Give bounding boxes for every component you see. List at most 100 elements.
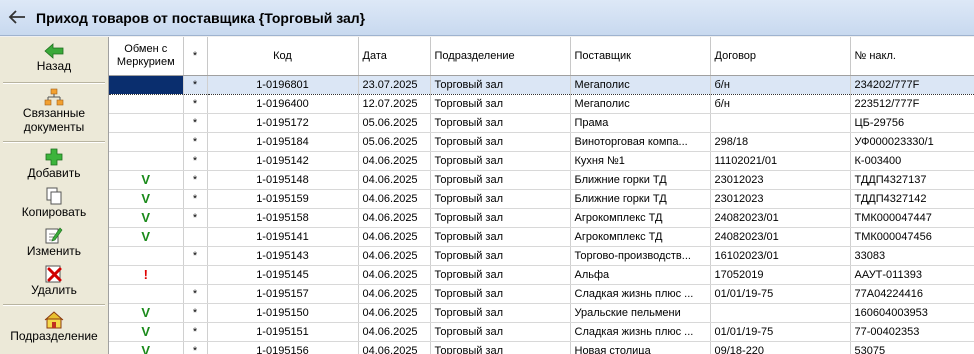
cell-division[interactable]: Торговый зал [430,189,571,209]
cell-star[interactable]: * [183,208,208,228]
cell-exchange[interactable]: V [109,303,184,323]
table-row[interactable]: * 1-0196400 12.07.2025 Торговый зал Мегаполи… [109,94,974,114]
cell-code[interactable]: 1-0195141 [207,227,359,247]
cell-date[interactable]: 04.06.2025 [358,208,431,228]
table-row[interactable]: V * 1-0195158 04.06.2025 Торговый зал Агроком… [109,208,974,228]
cell-invoice[interactable]: ЦБ-29756 [850,113,974,133]
cell-date[interactable]: 04.06.2025 [358,227,431,247]
cell-supplier[interactable]: Агрокомплекс ТД [570,208,711,228]
cell-invoice[interactable]: ААУТ-011393 [850,265,974,285]
cell-star[interactable]: * [183,132,208,152]
table-row[interactable]: V * 1-0195150 04.06.2025 Торговый зал Уральск… [109,303,974,323]
related-documents-button[interactable]: Связанные документы [0,88,108,134]
back-arrow-icon[interactable] [6,7,28,27]
cell-exchange[interactable] [109,246,184,266]
table-row[interactable]: * 1-0195157 04.06.2025 Торговый зал Сладкая … [109,284,974,304]
cell-contract[interactable]: 11102021/01 [710,151,851,171]
cell-invoice[interactable]: 77-00402353 [850,322,974,342]
back-button[interactable]: Назад [0,43,108,73]
cell-date[interactable]: 05.06.2025 [358,113,431,133]
cell-division[interactable]: Торговый зал [430,227,571,247]
col-header-date[interactable]: Дата [358,37,431,76]
cell-date[interactable]: 04.06.2025 [358,322,431,342]
table-row[interactable]: * 1-0195142 04.06.2025 Торговый зал Кухня №1… [109,151,974,171]
division-button[interactable]: Подразделение [0,311,108,343]
cell-invoice[interactable]: ТМК000047447 [850,208,974,228]
cell-contract[interactable]: 23012023 [710,189,851,209]
cell-supplier[interactable]: Торгово-производств... [570,246,711,266]
cell-date[interactable]: 04.06.2025 [358,189,431,209]
cell-contract[interactable] [710,113,851,133]
cell-division[interactable]: Торговый зал [430,132,571,152]
cell-code[interactable]: 1-0195156 [207,341,359,354]
col-header-invoice[interactable]: № накл. [850,37,974,76]
cell-contract[interactable]: б/н [710,94,851,114]
col-header-contract[interactable]: Договор [710,37,851,76]
cell-invoice[interactable]: ТДДП4327142 [850,189,974,209]
cell-code[interactable]: 1-0196801 [207,74,359,95]
table-row[interactable]: * 1-0195172 05.06.2025 Торговый зал Прама ЦБ-… [109,113,974,133]
cell-date[interactable]: 04.06.2025 [358,341,431,354]
cell-exchange[interactable] [109,113,184,133]
cell-date[interactable]: 05.06.2025 [358,132,431,152]
cell-invoice[interactable]: 33083 [850,246,974,266]
cell-supplier[interactable]: Новая столица [570,341,711,354]
cell-contract[interactable]: 23012023 [710,170,851,190]
cell-contract[interactable]: 16102023/01 [710,246,851,266]
cell-contract[interactable] [710,303,851,323]
cell-code[interactable]: 1-0195184 [207,132,359,152]
cell-exchange[interactable]: V [109,227,184,247]
cell-invoice[interactable]: ТДДП4327137 [850,170,974,190]
cell-date[interactable]: 04.06.2025 [358,303,431,323]
cell-division[interactable]: Торговый зал [430,322,571,342]
cell-exchange[interactable] [109,94,184,114]
cell-date[interactable]: 12.07.2025 [358,94,431,114]
cell-contract[interactable]: 24082023/01 [710,227,851,247]
col-header-exchange[interactable]: Обмен с Меркурием [109,37,184,76]
cell-division[interactable]: Торговый зал [430,284,571,304]
cell-exchange[interactable]: V [109,208,184,228]
cell-division[interactable]: Торговый зал [430,113,571,133]
table-row[interactable]: V * 1-0195159 04.06.2025 Торговый зал Ближние… [109,189,974,209]
cell-exchange[interactable]: V [109,189,184,209]
cell-exchange[interactable]: V [109,322,184,342]
cell-date[interactable]: 04.06.2025 [358,246,431,266]
cell-exchange[interactable]: ! [109,265,184,285]
edit-button[interactable]: Изменить [0,226,108,258]
cell-code[interactable]: 1-0195159 [207,189,359,209]
cell-exchange[interactable]: V [109,170,184,190]
cell-supplier[interactable]: Ближние горки ТД [570,170,711,190]
col-header-supplier[interactable]: Поставщик [570,37,711,76]
table-row[interactable]: ! 1-0195145 04.06.2025 Торговый зал Альфа 170… [109,265,974,285]
cell-code[interactable]: 1-0195145 [207,265,359,285]
cell-division[interactable]: Торговый зал [430,94,571,114]
cell-invoice[interactable]: 53075 [850,341,974,354]
cell-supplier[interactable]: Мегаполис [570,94,711,114]
cell-division[interactable]: Торговый зал [430,246,571,266]
cell-contract[interactable]: 298/18 [710,132,851,152]
delete-button[interactable]: Удалить [0,265,108,297]
cell-code[interactable]: 1-0196400 [207,94,359,114]
copy-button[interactable]: Копировать [0,187,108,219]
cell-division[interactable]: Торговый зал [430,170,571,190]
cell-star[interactable] [183,265,208,285]
cell-date[interactable]: 04.06.2025 [358,284,431,304]
cell-star[interactable]: * [183,151,208,171]
cell-supplier[interactable]: Сладкая жизнь плюс ... [570,322,711,342]
cell-supplier[interactable]: Агрокомплекс ТД [570,227,711,247]
cell-invoice[interactable]: 234202/777F [850,74,974,95]
cell-invoice[interactable]: 223512/777F [850,94,974,114]
col-header-division[interactable]: Подразделение [430,37,571,76]
cell-contract[interactable]: 01/01/19-75 [710,322,851,342]
add-button[interactable]: Добавить [0,148,108,180]
cell-code[interactable]: 1-0195142 [207,151,359,171]
cell-exchange[interactable] [109,132,184,152]
table-row[interactable]: V * 1-0195156 04.06.2025 Торговый зал Новая с… [109,341,974,354]
cell-invoice[interactable]: 160604003953 [850,303,974,323]
table-row[interactable]: V 1-0195141 04.06.2025 Торговый зал Агрокомп… [109,227,974,247]
cell-code[interactable]: 1-0195172 [207,113,359,133]
cell-supplier[interactable]: Прама [570,113,711,133]
cell-star[interactable]: * [183,322,208,342]
cell-code[interactable]: 1-0195157 [207,284,359,304]
cell-supplier[interactable]: Виноторговая компа... [570,132,711,152]
